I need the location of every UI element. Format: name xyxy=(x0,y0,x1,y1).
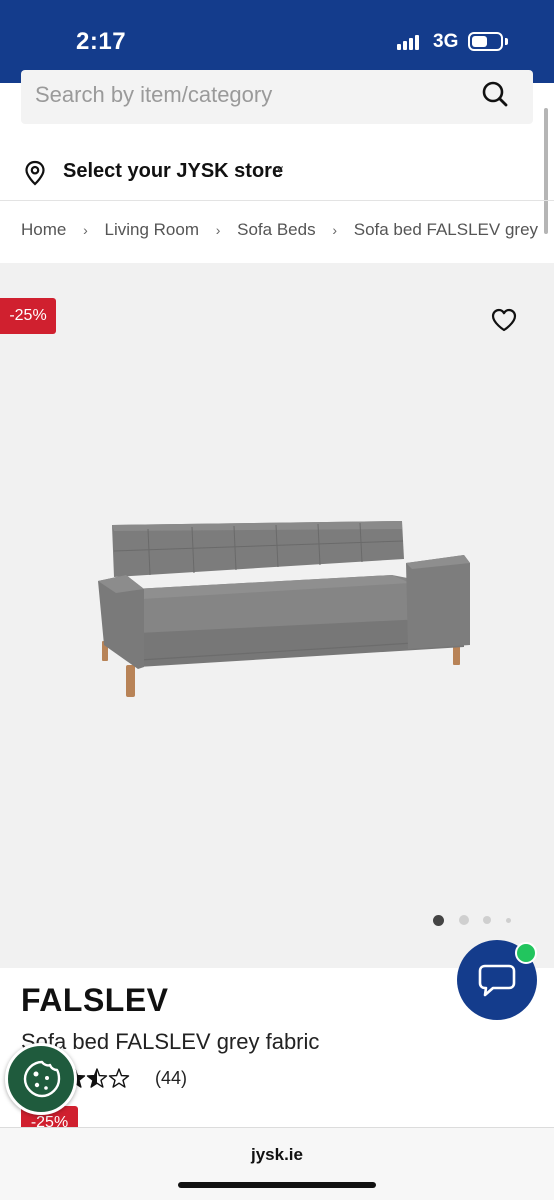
search-icon[interactable] xyxy=(481,80,509,108)
store-selector[interactable]: Select your JYSK store ˅ xyxy=(0,146,554,201)
gallery-dot[interactable] xyxy=(483,916,491,924)
search-input[interactable] xyxy=(35,80,455,110)
gallery-dot[interactable] xyxy=(459,915,469,925)
signal-strength-icon xyxy=(397,35,419,50)
battery-level xyxy=(472,36,487,47)
product-subtitle: Sofa bed FALSLEV grey fabric xyxy=(21,1029,320,1054)
heart-icon[interactable] xyxy=(490,307,518,333)
home-indicator xyxy=(178,1182,376,1188)
status-time: 2:17 xyxy=(76,28,127,55)
cookie-settings-button[interactable] xyxy=(5,1043,77,1115)
review-count[interactable]: (44) xyxy=(155,1068,187,1089)
browser-url-bar[interactable]: jysk.ie xyxy=(0,1127,554,1200)
product-image-sofa[interactable] xyxy=(92,517,474,703)
battery-cap xyxy=(505,38,508,45)
online-status-dot xyxy=(515,942,537,964)
breadcrumb-separator: › xyxy=(332,222,337,238)
chevron-down-icon[interactable]: ˅ xyxy=(276,162,284,177)
chat-bubble-icon xyxy=(478,964,516,997)
battery-icon xyxy=(468,32,503,51)
breadcrumb-living-room[interactable]: Living Room xyxy=(105,220,200,240)
breadcrumb-home[interactable]: Home xyxy=(21,220,66,240)
discount-badge: -25% xyxy=(0,298,56,334)
url-text[interactable]: jysk.ie xyxy=(0,1145,554,1165)
star-icon xyxy=(86,1068,108,1088)
location-pin-icon xyxy=(25,160,45,186)
network-type: 3G xyxy=(433,31,459,52)
breadcrumb-separator: › xyxy=(83,222,88,238)
gallery-dot[interactable] xyxy=(433,914,444,926)
cookie-icon xyxy=(23,1060,61,1098)
breadcrumb-separator: › xyxy=(215,222,221,238)
gallery-pagination[interactable] xyxy=(432,913,522,927)
search-box[interactable] xyxy=(21,70,533,124)
rating-stars xyxy=(72,1068,130,1088)
product-title: FALSLEV xyxy=(21,982,169,1018)
store-selector-label[interactable]: Select your JYSK store xyxy=(63,160,283,183)
star-icon xyxy=(108,1068,130,1088)
breadcrumb-current-product: Sofa bed FALSLEV grey fa xyxy=(353,220,541,239)
gallery-dot[interactable] xyxy=(506,917,511,923)
breadcrumb: Home › Living Room › Sofa Beds › Sofa be… xyxy=(21,220,541,246)
product-gallery[interactable]: -25% xyxy=(0,263,554,968)
breadcrumb-sofa-beds[interactable]: Sofa Beds xyxy=(237,220,315,240)
